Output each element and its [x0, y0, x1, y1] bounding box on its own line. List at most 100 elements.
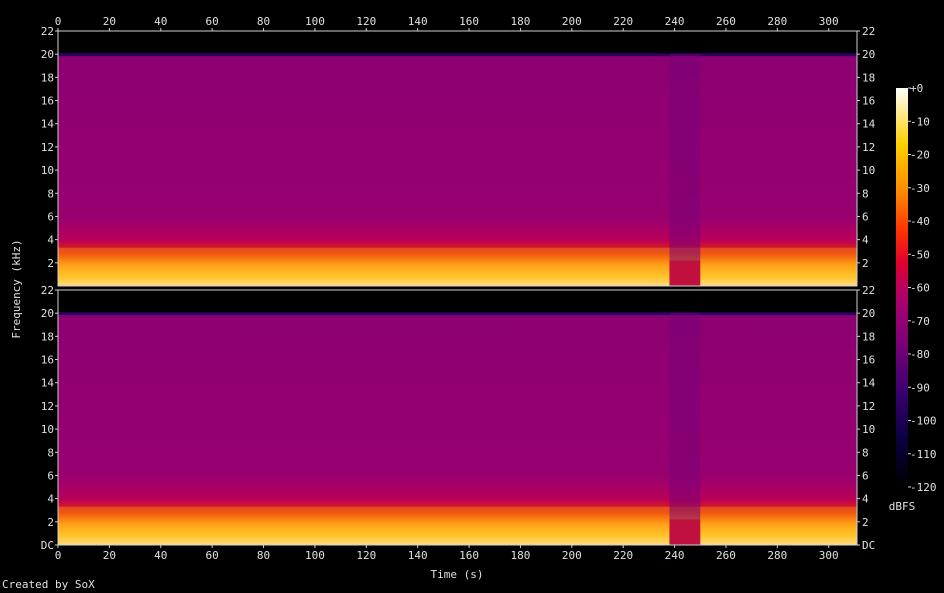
colorbar-tick-label: +0: [910, 82, 923, 95]
y-tick-label-left: 16: [41, 354, 54, 367]
x-tick-label-top: 300: [819, 15, 839, 28]
y-tick-label-right: 14: [862, 377, 876, 390]
y-tick-label-left: 10: [41, 164, 54, 177]
x-tick-label-bottom: 220: [613, 549, 633, 562]
x-tick-label-bottom: 40: [154, 549, 167, 562]
y-tick-label-left: 10: [41, 423, 54, 436]
y-tick-label-left: 22: [41, 25, 54, 38]
y-tick-label-left: 18: [41, 330, 54, 343]
y-tick-label-right: 18: [862, 71, 875, 84]
y-tick-label-right: 20: [862, 48, 875, 61]
low-frequency-band: [58, 247, 857, 286]
colorbar-tick-label: -100: [910, 415, 937, 428]
y-tick-label-right: 16: [862, 95, 875, 108]
y-tick-label-right: 22: [862, 284, 875, 297]
colorbar-tick-label: -40: [910, 215, 930, 228]
y-tick-label-right: 10: [862, 164, 875, 177]
y-tick-label-right: 6: [862, 469, 869, 482]
y-tick-label-left: 12: [41, 400, 54, 413]
y-tick-label-right: 12: [862, 141, 875, 154]
colorbar-tick-label: -60: [910, 282, 930, 295]
x-tick-label-bottom: 160: [459, 549, 479, 562]
x-tick-label-bottom: 180: [511, 549, 531, 562]
y-tick-label-left: 8: [47, 187, 54, 200]
y-tick-label-right: 10: [862, 423, 875, 436]
y-tick-label-right: 4: [862, 234, 869, 247]
colorbar-tick-label: -90: [910, 381, 930, 394]
x-tick-label-top: 220: [613, 15, 633, 28]
colorbar-tick-label: -50: [910, 248, 930, 261]
y-tick-label-right: 8: [862, 446, 869, 459]
y-tick-label-left: 14: [41, 118, 55, 131]
x-tick-label-bottom: 0: [55, 549, 62, 562]
x-tick-label-top: 200: [562, 15, 582, 28]
channel-2-panel: [57, 289, 858, 546]
x-tick-label-top: 20: [103, 15, 116, 28]
quiet-section-lower: [669, 260, 701, 286]
y-tick-label-left: 8: [47, 446, 54, 459]
credit-text: Created by SoX: [2, 578, 95, 591]
y-tick-label-left: 4: [47, 493, 54, 506]
cutoff-line: [58, 312, 857, 316]
quiet-section-lower: [669, 519, 701, 545]
x-tick-label-bottom: 300: [819, 549, 839, 562]
colorbar-tick-label: -120: [910, 481, 937, 494]
quiet-section-upper: [669, 54, 701, 261]
y-tick-label-left: 6: [47, 210, 54, 223]
y-tick-label-left: 20: [41, 48, 54, 61]
y-tick-label-left: DC: [41, 539, 54, 552]
y-tick-label-left: 12: [41, 141, 54, 154]
x-tick-label-bottom: 140: [408, 549, 428, 562]
x-tick-label-bottom: 260: [716, 549, 736, 562]
x-tick-label-top: 160: [459, 15, 479, 28]
x-tick-label-bottom: 120: [356, 549, 376, 562]
y-tick-label-right: 12: [862, 400, 875, 413]
colorbar-tick-label: -80: [910, 348, 930, 361]
spectrogram-chart: 2 24 46 68 810 1012 1214 1416 1618 1820 2022 22DC DC…: [10, 15, 937, 581]
x-tick-label-top: 100: [305, 15, 325, 28]
y-tick-label-left: 2: [47, 516, 54, 529]
x-tick-label-top: 80: [257, 15, 270, 28]
y-tick-label-left: 4: [47, 234, 54, 247]
y-tick-label-left: 22: [41, 284, 54, 297]
colorbar-tick-label: -10: [910, 115, 930, 128]
x-tick-label-bottom: 100: [305, 549, 325, 562]
x-tick-label-top: 280: [767, 15, 787, 28]
y-tick-label-right: 20: [862, 307, 875, 320]
colorbar-legend: +0 -10 -20 -30 -40 -50 -60 -70 -80 -90 -100 -110 -12…: [889, 82, 937, 513]
colorbar-label: dBFS: [889, 500, 916, 513]
y-axis-label: Frequency (kHz): [10, 239, 23, 338]
x-tick-label-top: 240: [665, 15, 685, 28]
y-tick-label-right: DC: [862, 539, 875, 552]
x-tick-label-top: 40: [154, 15, 167, 28]
colorbar-tick-label: -20: [910, 149, 930, 162]
y-tick-label-right: 4: [862, 493, 869, 506]
y-tick-label-right: 18: [862, 330, 875, 343]
y-tick-label-right: 2: [862, 516, 869, 529]
x-tick-label-top: 60: [206, 15, 219, 28]
y-tick-label-right: 8: [862, 187, 869, 200]
colorbar-tick-label: -110: [910, 448, 937, 461]
y-tick-label-right: 16: [862, 354, 875, 367]
x-tick-label-bottom: 240: [665, 549, 685, 562]
channel-1-panel: [57, 30, 858, 287]
x-tick-label-top: 180: [511, 15, 531, 28]
x-tick-label-bottom: 280: [767, 549, 787, 562]
x-tick-label-top: 120: [356, 15, 376, 28]
y-tick-label-left: 2: [47, 257, 54, 270]
x-tick-label-bottom: 20: [103, 549, 116, 562]
y-tick-label-left: 20: [41, 307, 54, 320]
y-tick-label-left: 6: [47, 469, 54, 482]
y-tick-label-right: 2: [862, 257, 869, 270]
x-tick-label-bottom: 60: [206, 549, 219, 562]
low-frequency-band: [58, 506, 857, 545]
x-tick-label-bottom: 80: [257, 549, 270, 562]
quiet-section-upper: [669, 313, 701, 520]
x-tick-label-top: 260: [716, 15, 736, 28]
y-tick-label-right: 22: [862, 25, 875, 38]
cutoff-line: [58, 53, 857, 57]
y-tick-label-left: 18: [41, 71, 54, 84]
y-tick-label-right: 14: [862, 118, 876, 131]
x-tick-label-bottom: 200: [562, 549, 582, 562]
x-tick-label-top: 0: [55, 15, 62, 28]
